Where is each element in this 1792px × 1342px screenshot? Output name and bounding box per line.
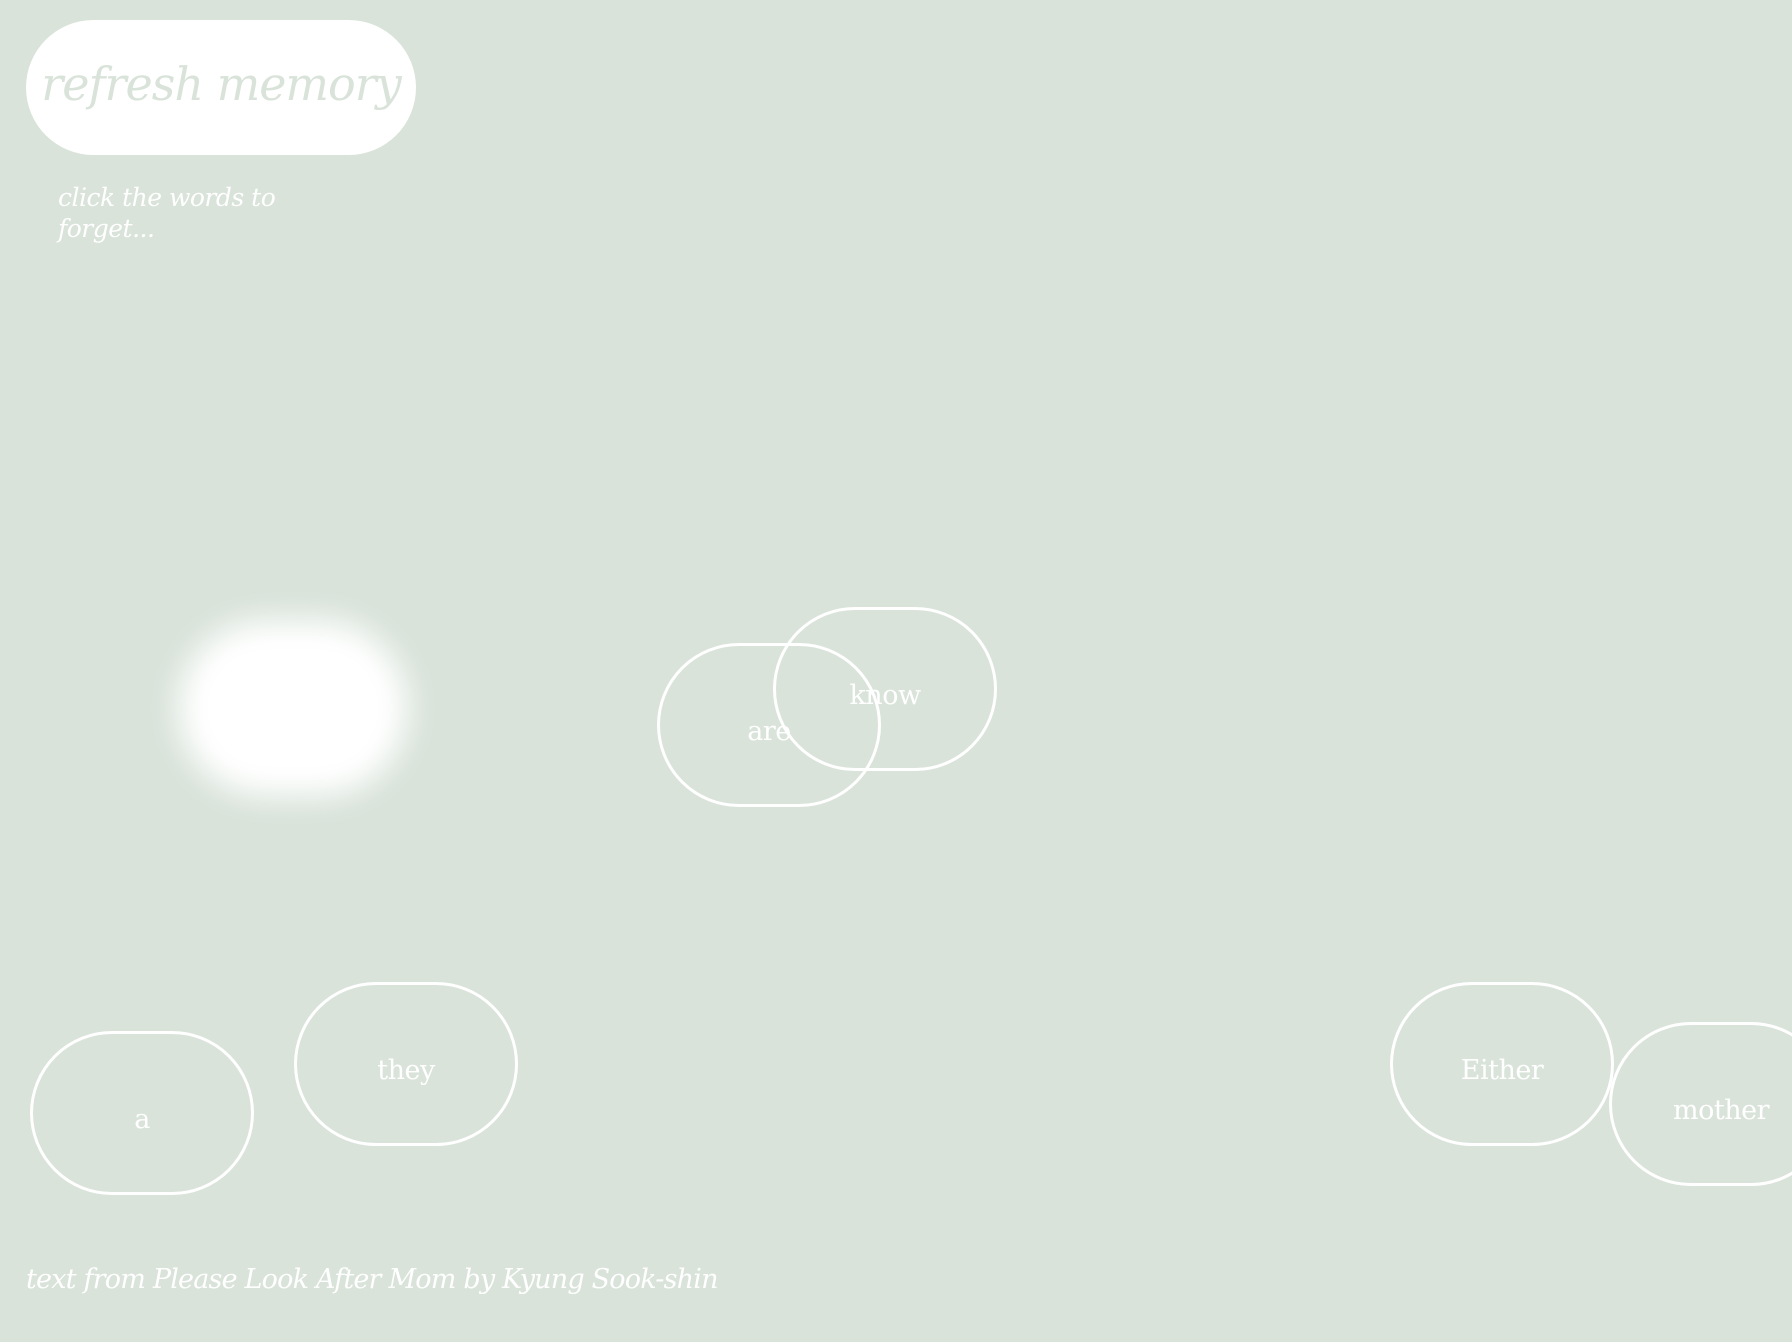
word-bubble-they[interactable]: they (294, 982, 518, 1146)
forgotten-word-blur (178, 620, 408, 796)
word-label-mother: mother (1673, 1094, 1769, 1126)
word-label-a: a (134, 1103, 150, 1135)
word-label-they: they (377, 1054, 435, 1086)
word-bubble-a[interactable]: a (30, 1031, 254, 1195)
word-bubble-mother[interactable]: mother (1609, 1022, 1792, 1186)
source-credit: text from Please Look After Mom by Kyung… (26, 1264, 718, 1295)
instruction-text: click the words to forget... (58, 183, 276, 243)
refresh-memory-button[interactable]: refresh memory (26, 20, 416, 155)
memory-canvas: refresh memory click the words to forget… (0, 0, 1792, 1342)
word-bubble-know[interactable]: know (773, 607, 997, 771)
word-bubble-either[interactable]: Either (1390, 982, 1614, 1146)
refresh-memory-label: refresh memory (41, 56, 401, 111)
word-label-either: Either (1460, 1054, 1544, 1086)
word-label-know: know (849, 679, 921, 711)
